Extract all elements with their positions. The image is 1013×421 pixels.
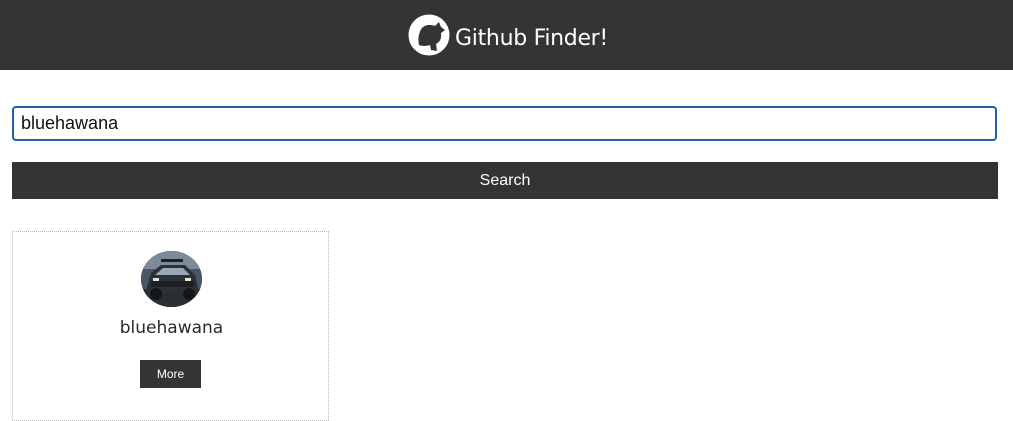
more-button[interactable]: More [140, 360, 201, 388]
user-avatar [141, 251, 202, 307]
navbar: Github Finder! [0, 0, 1013, 70]
page-title: Github Finder! [455, 25, 608, 51]
brand: Github Finder! [405, 11, 608, 59]
user-card: bluehawana More [12, 231, 329, 421]
github-logo-icon [405, 11, 453, 59]
search-input[interactable] [12, 106, 997, 141]
username: bluehawana [119, 318, 224, 338]
search-button[interactable]: Search [12, 162, 998, 199]
